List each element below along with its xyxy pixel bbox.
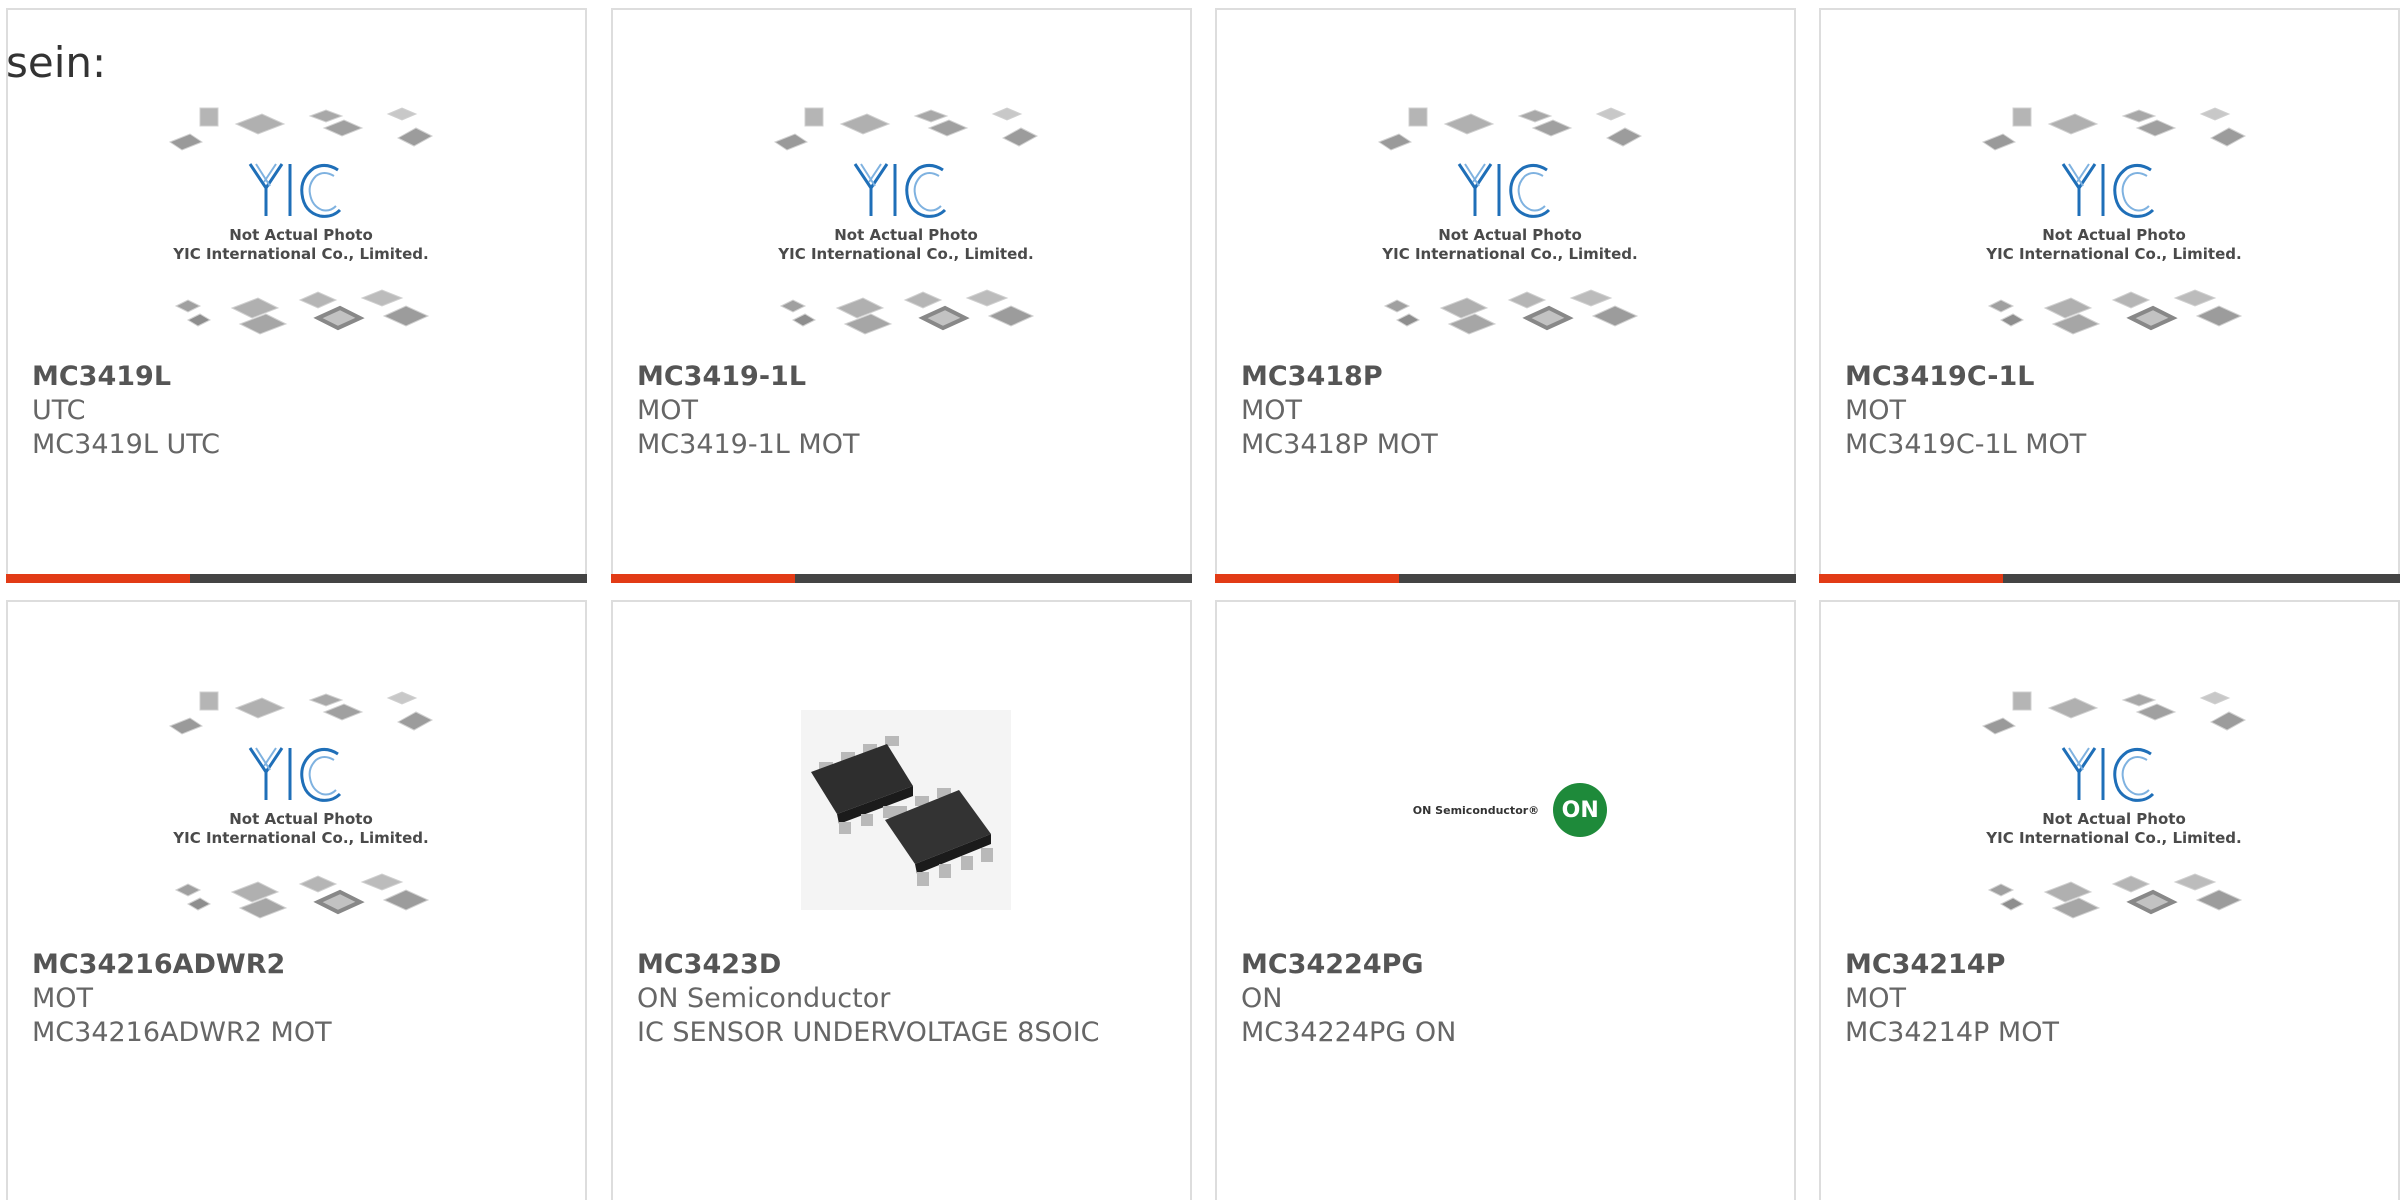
product-description: MC34216ADWR2 MOT [32, 1017, 332, 1048]
product-description: MC3419-1L MOT [637, 429, 860, 460]
product-description: IC SENSOR UNDERVOLTAGE 8SOIC [637, 1017, 1100, 1048]
manufacturer: MOT [1845, 395, 1907, 426]
product-info: MC34216ADWR2 MOT MC34216ADWR2 MOT [32, 948, 565, 1050]
part-number[interactable]: MC3418P [1241, 360, 1774, 394]
part-number[interactable]: MC34224PG [1241, 948, 1774, 982]
part-number[interactable]: MC3419L [32, 360, 565, 394]
manufacturer: ON [1241, 983, 1283, 1014]
card-accent [6, 574, 190, 583]
product-card[interactable]: MC34214P MOT MC34214P MOT [1819, 600, 2400, 1200]
manufacturer: MOT [637, 395, 699, 426]
product-description: MC34224PG ON [1241, 1017, 1457, 1048]
card-bottom-bar [6, 574, 587, 583]
card-accent [1819, 574, 2003, 583]
product-image [771, 686, 1041, 934]
product-card[interactable]: MC34216ADWR2 MOT MC34216ADWR2 MOT [6, 600, 587, 1200]
product-image [166, 102, 436, 350]
product-info: MC34224PG ON MC34224PG ON [1241, 948, 1774, 1050]
product-grid: MC3419L UTC MC3419L UTC MC3419-1L MOT MC… [0, 0, 2400, 1200]
manufacturer: UTC [32, 395, 86, 426]
product-description: MC3419C-1L MOT [1845, 429, 2087, 460]
product-info: MC3419-1L MOT MC3419-1L MOT [637, 360, 1170, 462]
part-number[interactable]: MC34216ADWR2 [32, 948, 565, 982]
card-bottom-bar [1215, 574, 1796, 583]
yic-placeholder-image [168, 690, 434, 920]
product-image [1979, 102, 2249, 350]
part-number[interactable]: MC3423D [637, 948, 1170, 982]
product-image [1979, 686, 2249, 934]
product-image [1375, 102, 1645, 350]
soic-chip-photo [801, 710, 1011, 910]
manufacturer: MOT [32, 983, 94, 1014]
product-card[interactable]: MC3419L UTC MC3419L UTC [6, 8, 587, 583]
card-accent [1215, 574, 1399, 583]
manufacturer: MOT [1845, 983, 1907, 1014]
on-logo-badge: ON [1553, 783, 1608, 837]
on-logo-text: ON Semiconductor® [1412, 803, 1540, 817]
card-accent [611, 574, 795, 583]
yic-placeholder-image [1981, 690, 2247, 920]
on-semiconductor-logo: ON Semiconductor® ON [1412, 783, 1608, 837]
product-card[interactable]: MC3418P MOT MC3418P MOT [1215, 8, 1796, 583]
part-number[interactable]: MC34214P [1845, 948, 2378, 982]
product-info: MC3419L UTC MC3419L UTC [32, 360, 565, 462]
product-description: MC3419L UTC [32, 429, 221, 460]
product-info: MC34214P MOT MC34214P MOT [1845, 948, 2378, 1050]
card-bottom-bar [1819, 574, 2400, 583]
product-info: MC3418P MOT MC3418P MOT [1241, 360, 1774, 462]
product-card[interactable]: MC3423D ON Semiconductor IC SENSOR UNDER… [611, 600, 1192, 1200]
card-bottom-bar [611, 574, 1192, 583]
product-image [166, 686, 436, 934]
yic-placeholder-image [1981, 106, 2247, 336]
product-image [771, 102, 1041, 350]
part-number[interactable]: MC3419C-1L [1845, 360, 2378, 394]
product-description: MC3418P MOT [1241, 429, 1438, 460]
intro-text: sein: [6, 38, 107, 87]
product-info: MC3419C-1L MOT MC3419C-1L MOT [1845, 360, 2378, 462]
part-number[interactable]: MC3419-1L [637, 360, 1170, 394]
product-info: MC3423D ON Semiconductor IC SENSOR UNDER… [637, 948, 1170, 1050]
product-card[interactable]: ON Semiconductor® ON MC34224PG ON MC3422… [1215, 600, 1796, 1200]
yic-placeholder-image [1377, 106, 1643, 336]
product-card[interactable]: MC3419-1L MOT MC3419-1L MOT [611, 8, 1192, 583]
yic-placeholder-image [168, 106, 434, 336]
manufacturer: ON Semiconductor [637, 983, 891, 1014]
product-image: ON Semiconductor® ON [1375, 686, 1645, 934]
product-description: MC34214P MOT [1845, 1017, 2059, 1048]
product-card[interactable]: MC3419C-1L MOT MC3419C-1L MOT [1819, 8, 2400, 583]
yic-placeholder-image [773, 106, 1039, 336]
manufacturer: MOT [1241, 395, 1303, 426]
